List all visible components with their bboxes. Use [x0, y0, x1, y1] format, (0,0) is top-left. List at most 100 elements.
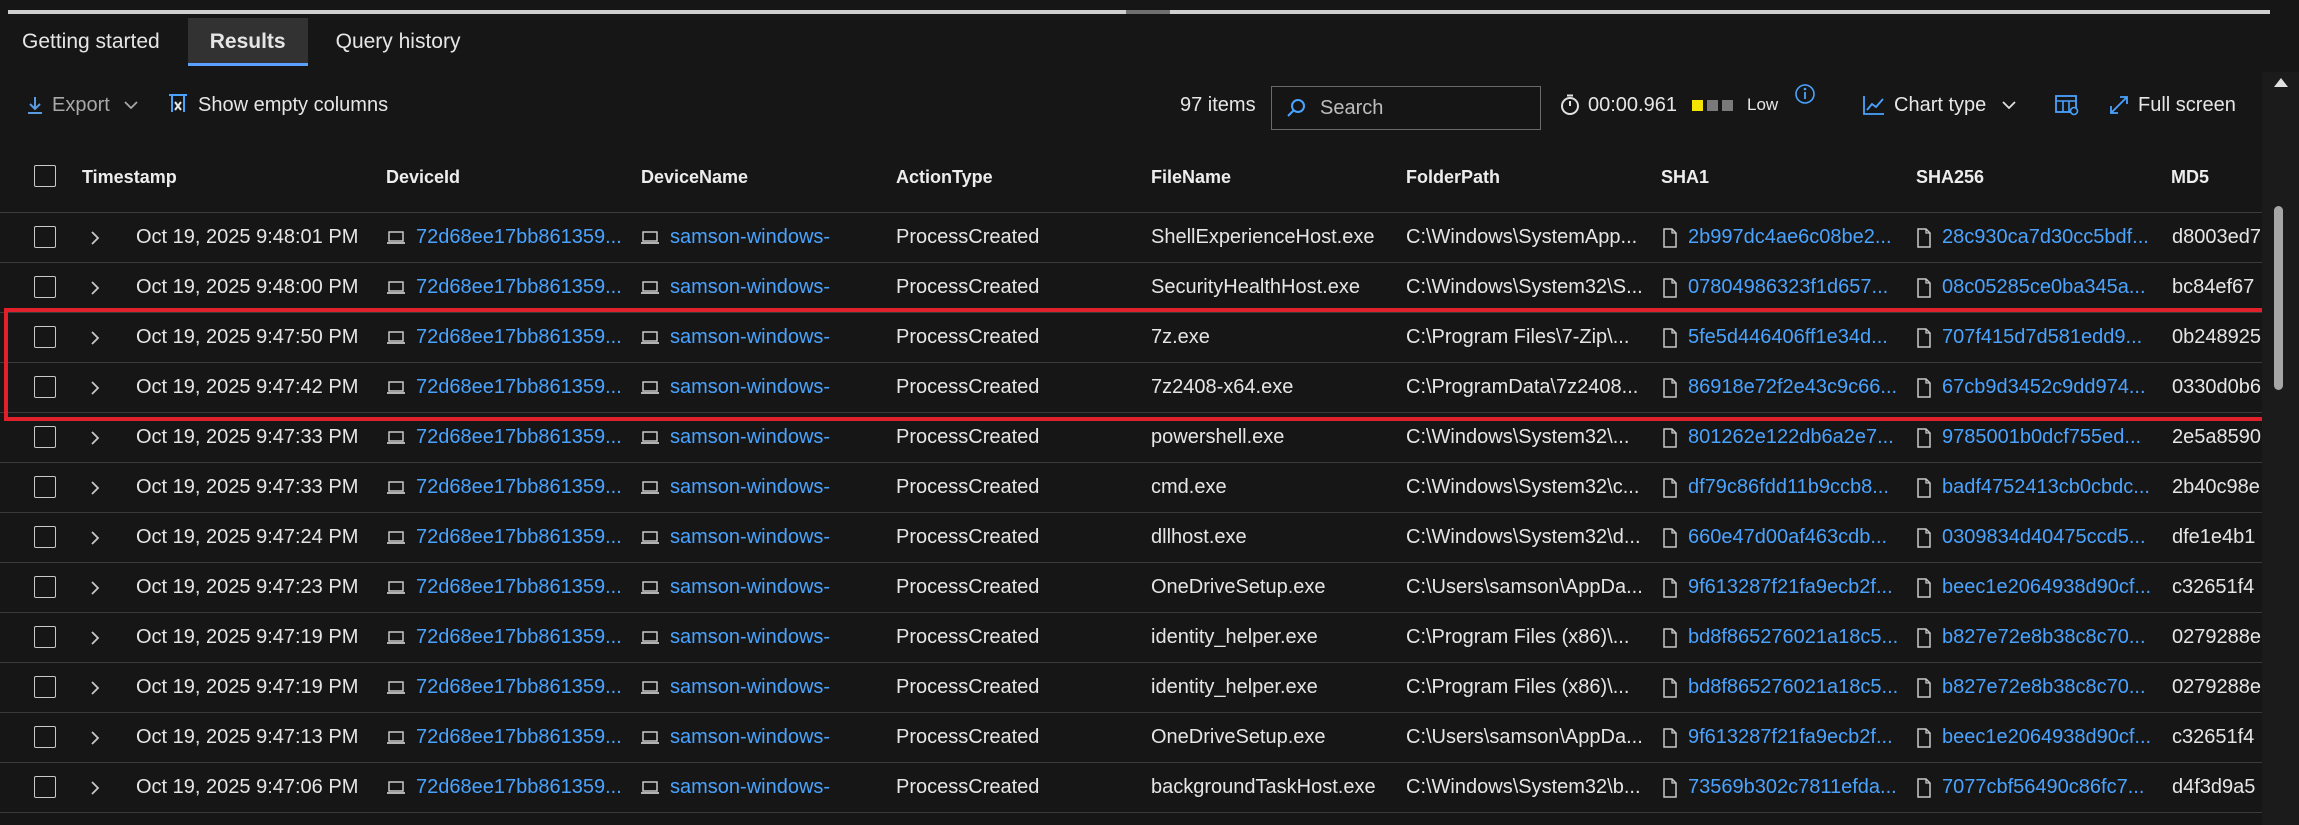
- column-header-deviceid[interactable]: DeviceId: [386, 142, 460, 212]
- table-row[interactable]: Oct 19, 2025 9:47:33 PM 72d68ee17bb861359…: [0, 413, 2262, 463]
- cell-deviceid[interactable]: 72d68ee17bb861359...: [386, 413, 630, 462]
- cell-devicename[interactable]: samson-windows-: [640, 613, 882, 662]
- row-checkbox[interactable]: [34, 776, 56, 798]
- devicename-link[interactable]: samson-windows-: [670, 726, 830, 749]
- expand-row-button[interactable]: [90, 663, 100, 712]
- sha256-link[interactable]: beec1e2064938d90cf...: [1942, 726, 2151, 749]
- cell-sha256[interactable]: 7077cbf56490c86fc7...: [1916, 763, 2156, 812]
- sha1-link[interactable]: df79c86fdd11b9ccb8...: [1688, 476, 1889, 499]
- deviceid-link[interactable]: 72d68ee17bb861359...: [416, 426, 622, 449]
- deviceid-link[interactable]: 72d68ee17bb861359...: [416, 476, 622, 499]
- cell-sha256[interactable]: 67cb9d3452c9dd974...: [1916, 363, 2156, 412]
- devicename-link[interactable]: samson-windows-: [670, 326, 830, 349]
- sha256-link[interactable]: beec1e2064938d90cf...: [1942, 576, 2151, 599]
- table-row[interactable]: Oct 19, 2025 9:47:19 PM 72d68ee17bb861359…: [0, 613, 2262, 663]
- sha1-link[interactable]: 9f613287f21fa9ecb2f...: [1688, 726, 1893, 749]
- cell-deviceid[interactable]: 72d68ee17bb861359...: [386, 563, 630, 612]
- table-row[interactable]: Oct 19, 2025 9:48:01 PM 72d68ee17bb861359…: [0, 213, 2262, 263]
- tab-getting-started[interactable]: Getting started: [0, 18, 182, 66]
- cell-deviceid[interactable]: 72d68ee17bb861359...: [386, 263, 630, 312]
- cell-sha1[interactable]: 2b997dc4ae6c08be2...: [1662, 213, 1900, 262]
- devicename-link[interactable]: samson-windows-: [670, 426, 830, 449]
- cell-devicename[interactable]: samson-windows-: [640, 513, 882, 562]
- row-checkbox[interactable]: [34, 276, 56, 298]
- cell-sha1[interactable]: 9f613287f21fa9ecb2f...: [1662, 563, 1900, 612]
- table-row[interactable]: Oct 19, 2025 9:47:42 PM 72d68ee17bb861359…: [0, 363, 2262, 413]
- select-all-checkbox[interactable]: [34, 165, 56, 187]
- cell-deviceid[interactable]: 72d68ee17bb861359...: [386, 713, 630, 762]
- expand-row-button[interactable]: [90, 763, 100, 812]
- full-screen-button[interactable]: Full screen: [2108, 76, 2236, 134]
- sha1-link[interactable]: bd8f865276021a18c5...: [1688, 626, 1898, 649]
- cell-devicename[interactable]: samson-windows-: [640, 313, 882, 362]
- cell-deviceid[interactable]: 72d68ee17bb861359...: [386, 213, 630, 262]
- sha1-link[interactable]: 9f613287f21fa9ecb2f...: [1688, 576, 1893, 599]
- cell-devicename[interactable]: samson-windows-: [640, 363, 882, 412]
- sha1-link[interactable]: 660e47d00af463cdb...: [1688, 526, 1887, 549]
- deviceid-link[interactable]: 72d68ee17bb861359...: [416, 576, 622, 599]
- sha1-link[interactable]: bd8f865276021a18c5...: [1688, 676, 1898, 699]
- sha256-link[interactable]: 9785001b0dcf755ed...: [1942, 426, 2141, 449]
- cell-sha256[interactable]: 08c05285ce0ba345a...: [1916, 263, 2156, 312]
- cell-sha256[interactable]: b827e72e8b38c8c70...: [1916, 663, 2156, 712]
- cell-devicename[interactable]: samson-windows-: [640, 763, 882, 812]
- cell-devicename[interactable]: samson-windows-: [640, 563, 882, 612]
- table-row[interactable]: Oct 19, 2025 9:47:23 PM 72d68ee17bb861359…: [0, 563, 2262, 613]
- expand-row-button[interactable]: [90, 513, 100, 562]
- scroll-up-arrow-icon[interactable]: [2274, 78, 2288, 87]
- expand-row-button[interactable]: [90, 263, 100, 312]
- devicename-link[interactable]: samson-windows-: [670, 476, 830, 499]
- cell-sha1[interactable]: 07804986323f1d657...: [1662, 263, 1900, 312]
- column-header-filename[interactable]: FileName: [1151, 142, 1231, 212]
- deviceid-link[interactable]: 72d68ee17bb861359...: [416, 226, 622, 249]
- sha256-link[interactable]: b827e72e8b38c8c70...: [1942, 676, 2146, 699]
- export-button[interactable]: Export: [26, 76, 138, 134]
- table-row[interactable]: Oct 19, 2025 9:47:33 PM 72d68ee17bb861359…: [0, 463, 2262, 513]
- cell-deviceid[interactable]: 72d68ee17bb861359...: [386, 613, 630, 662]
- row-checkbox[interactable]: [34, 226, 56, 248]
- deviceid-link[interactable]: 72d68ee17bb861359...: [416, 376, 622, 399]
- row-checkbox[interactable]: [34, 576, 56, 598]
- column-header-folderpath[interactable]: FolderPath: [1406, 142, 1500, 212]
- row-checkbox[interactable]: [34, 626, 56, 648]
- cell-sha256[interactable]: b827e72e8b38c8c70...: [1916, 613, 2156, 662]
- devicename-link[interactable]: samson-windows-: [670, 776, 830, 799]
- cell-sha256[interactable]: 707f415d7d581edd9...: [1916, 313, 2156, 362]
- cell-sha256[interactable]: beec1e2064938d90cf...: [1916, 563, 2156, 612]
- table-row[interactable]: Oct 19, 2025 9:47:19 PM 72d68ee17bb861359…: [0, 663, 2262, 713]
- resource-info-button[interactable]: [1794, 74, 1816, 114]
- devicename-link[interactable]: samson-windows-: [670, 676, 830, 699]
- column-header-devicename[interactable]: DeviceName: [641, 142, 748, 212]
- deviceid-link[interactable]: 72d68ee17bb861359...: [416, 526, 622, 549]
- deviceid-link[interactable]: 72d68ee17bb861359...: [416, 726, 622, 749]
- cell-deviceid[interactable]: 72d68ee17bb861359...: [386, 363, 630, 412]
- cell-deviceid[interactable]: 72d68ee17bb861359...: [386, 463, 630, 512]
- sha1-link[interactable]: 2b997dc4ae6c08be2...: [1688, 226, 1892, 249]
- cell-devicename[interactable]: samson-windows-: [640, 463, 882, 512]
- devicename-link[interactable]: samson-windows-: [670, 276, 830, 299]
- cell-deviceid[interactable]: 72d68ee17bb861359...: [386, 313, 630, 362]
- search-box[interactable]: [1271, 86, 1541, 130]
- cell-sha256[interactable]: 9785001b0dcf755ed...: [1916, 413, 2156, 462]
- table-row[interactable]: Oct 19, 2025 9:47:06 PM 72d68ee17bb861359…: [0, 763, 2262, 813]
- sha256-link[interactable]: 707f415d7d581edd9...: [1942, 326, 2142, 349]
- show-empty-columns-button[interactable]: Show empty columns: [166, 76, 388, 134]
- sha256-link[interactable]: 28c930ca7d30cc5bdf...: [1942, 226, 2149, 249]
- expand-row-button[interactable]: [90, 463, 100, 512]
- cell-sha256[interactable]: beec1e2064938d90cf...: [1916, 713, 2156, 762]
- cell-sha1[interactable]: bd8f865276021a18c5...: [1662, 613, 1900, 662]
- devicename-link[interactable]: samson-windows-: [670, 626, 830, 649]
- sha256-link[interactable]: 08c05285ce0ba345a...: [1942, 276, 2146, 299]
- deviceid-link[interactable]: 72d68ee17bb861359...: [416, 776, 622, 799]
- row-checkbox[interactable]: [34, 676, 56, 698]
- table-row[interactable]: Oct 19, 2025 9:48:00 PM 72d68ee17bb861359…: [0, 263, 2262, 313]
- cell-deviceid[interactable]: 72d68ee17bb861359...: [386, 663, 630, 712]
- devicename-link[interactable]: samson-windows-: [670, 526, 830, 549]
- tab-results[interactable]: Results: [187, 18, 308, 66]
- row-checkbox[interactable]: [34, 376, 56, 398]
- cell-deviceid[interactable]: 72d68ee17bb861359...: [386, 513, 630, 562]
- chart-type-button[interactable]: Chart type: [1862, 76, 2016, 134]
- column-header-actiontype[interactable]: ActionType: [896, 142, 993, 212]
- cell-devicename[interactable]: samson-windows-: [640, 263, 882, 312]
- row-checkbox[interactable]: [34, 526, 56, 548]
